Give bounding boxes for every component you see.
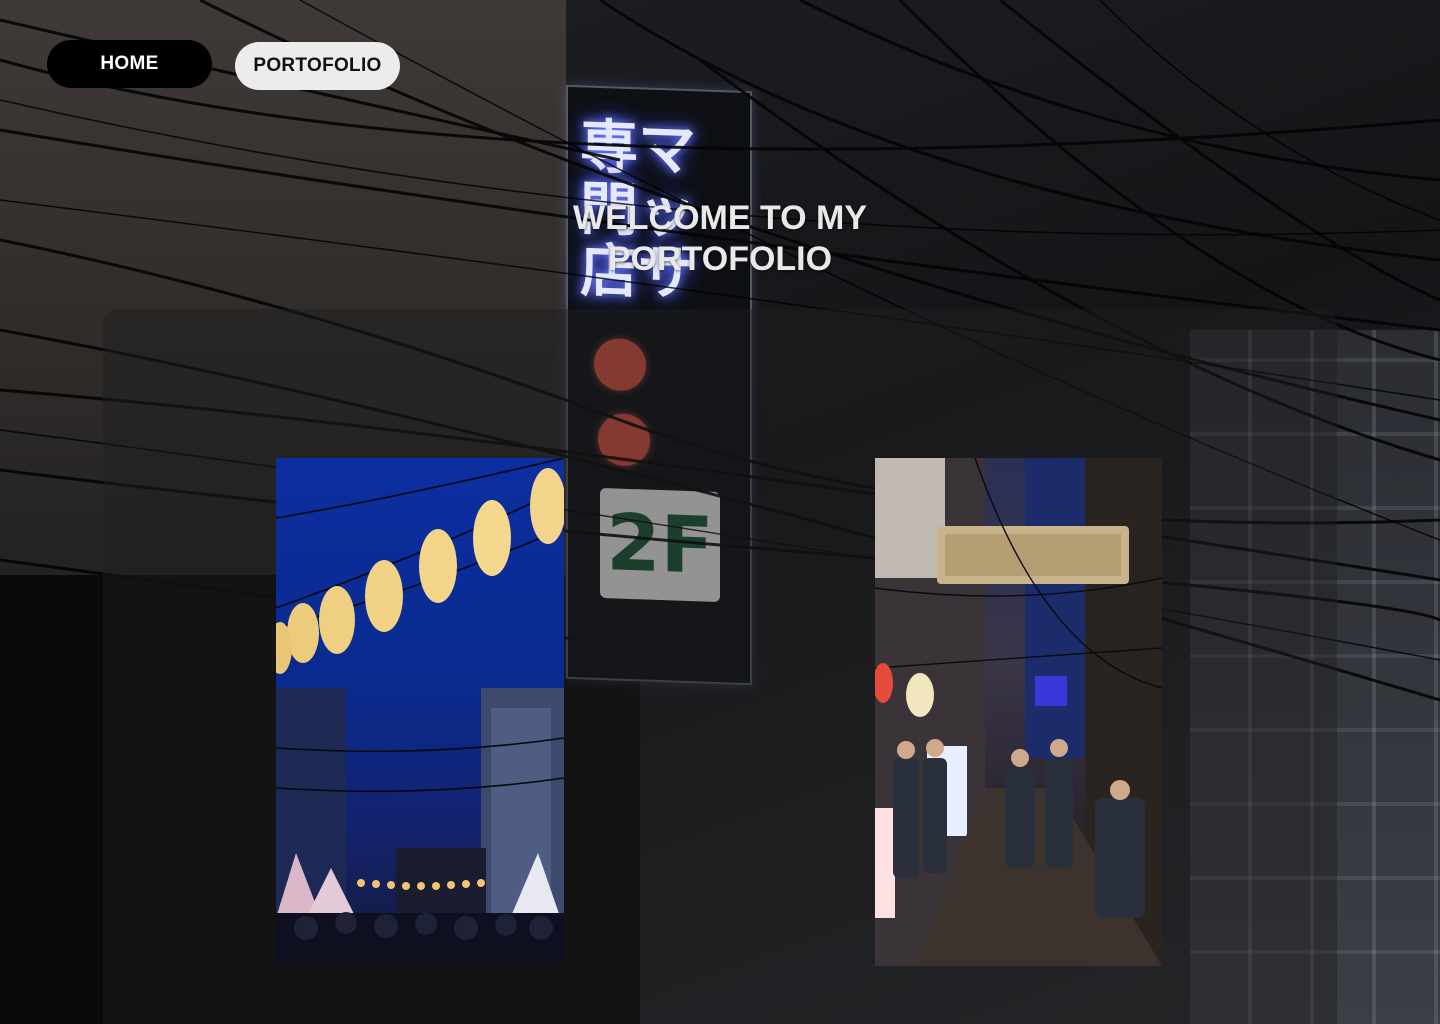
page-title: WELCOME TO MY PORTOFOLIO [572, 199, 868, 278]
gallery-photo-alley[interactable] [875, 458, 1162, 966]
gallery-photo-lanterns[interactable] [276, 458, 564, 966]
lanterns [276, 468, 564, 674]
nav-portfolio-button[interactable]: PORTOFOLIO [235, 42, 400, 90]
alley-illustration [875, 458, 1162, 966]
lanterns-illustration [276, 458, 564, 966]
nav-home-button[interactable]: HOME [47, 40, 212, 88]
